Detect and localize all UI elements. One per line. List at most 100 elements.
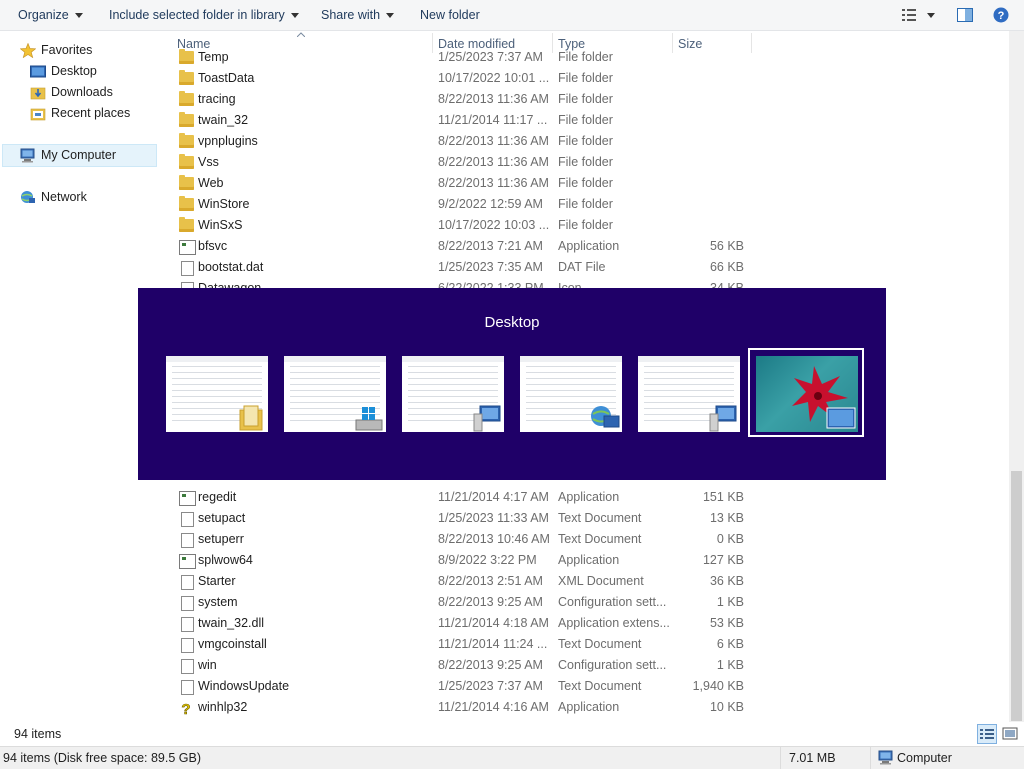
file-date-modified: 8/22/2013 9:25 AM (438, 595, 543, 609)
chevron-down-icon (290, 13, 299, 19)
folder-icon (179, 91, 194, 106)
file-row[interactable]: splwow64 8/9/2022 3:22 PM Application 127 K… (170, 550, 770, 571)
thumbnail-titlebar (638, 356, 740, 362)
details-status-row: 94 items (0, 722, 1024, 746)
file-row[interactable]: ? winhlp32 11/21/2014 4:16 AM Application 10… (170, 697, 770, 718)
window-thumbnail-explorer-network[interactable] (520, 356, 622, 432)
file-type: Text Document (558, 511, 642, 525)
file-row[interactable]: setupact 1/25/2023 11:33 AM Text Document 1… (170, 508, 770, 529)
file-row[interactable]: vpnplugins 8/22/2013 11:36 AM File folder (170, 131, 770, 152)
large-icons-view-button[interactable] (1000, 724, 1020, 744)
document-icon (181, 638, 194, 653)
preview-pane-icon[interactable] (956, 6, 974, 24)
file-size: 1,940 KB (692, 679, 744, 693)
change-view-icon[interactable] (901, 6, 919, 24)
large-icons-view-icon (1002, 727, 1018, 740)
file-size: 66 KB (709, 260, 744, 274)
file-size: 151 KB (702, 490, 744, 504)
file-row[interactable]: WindowsUpdate 1/25/2023 7:37 AM Text Docum… (170, 676, 770, 697)
share-with-button[interactable]: Share with (321, 0, 395, 30)
file-row[interactable]: Temp 1/25/2023 7:37 AM File folder (170, 47, 770, 68)
total-size-label: 7.01 MB (789, 751, 836, 765)
file-type: Text Document (558, 532, 642, 546)
scrollbar-thumb[interactable] (1011, 471, 1022, 721)
help-icon[interactable]: ? (992, 6, 1010, 24)
view-options-dropdown[interactable] (925, 6, 937, 24)
computer-icon (20, 148, 36, 163)
location-label: Computer (897, 751, 952, 765)
window-thumbnail-explorer-computer[interactable] (402, 356, 504, 432)
folder-icon (179, 112, 194, 127)
file-row[interactable]: Web 8/22/2013 11:36 AM File folder (170, 173, 770, 194)
file-row[interactable]: tracing 8/22/2013 11:36 AM File folder (170, 89, 770, 110)
star-icon (19, 42, 37, 59)
file-name: twain_32 (198, 113, 249, 127)
file-name: setuperr (198, 532, 244, 546)
file-row[interactable]: win 8/22/2013 9:25 AM Configuration sett..… (170, 655, 770, 676)
chevron-down-icon (74, 13, 83, 19)
include-in-library-button[interactable]: Include selected folder in library (109, 0, 299, 30)
organize-label: Organize (18, 8, 69, 22)
items-count-label: 94 items (14, 727, 62, 741)
window-thumbnail-desktop[interactable] (756, 356, 858, 432)
task-switcher-title: Desktop (484, 314, 540, 331)
file-date-modified: 8/22/2013 11:36 AM (438, 92, 549, 106)
windows-store-icon (354, 404, 384, 432)
file-name: win (198, 658, 217, 672)
file-row[interactable]: twain_32.dll 11/21/2014 4:18 AM Applicatio… (170, 613, 770, 634)
file-row[interactable]: WinSxS 10/17/2022 10:03 ... File folder (170, 215, 770, 236)
file-size: 13 KB (709, 511, 744, 525)
window-thumbnail-explorer-folder[interactable] (166, 356, 268, 432)
file-row[interactable]: vmgcoinstall 11/21/2014 11:24 ... Text Doc… (170, 634, 770, 655)
file-row[interactable]: system 8/22/2013 9:25 AM Configuration set… (170, 592, 770, 613)
file-name: winhlp32 (198, 700, 248, 714)
file-size: 6 KB (716, 637, 744, 651)
file-name: twain_32.dll (198, 616, 265, 630)
file-row[interactable]: regedit 11/21/2014 4:17 AM Application 151 … (170, 487, 770, 508)
file-type: File folder (558, 71, 613, 85)
file-date-modified: 9/2/2022 12:59 AM (438, 197, 543, 211)
file-name: regedit (198, 490, 237, 504)
file-size: 53 KB (709, 616, 744, 630)
share-with-label: Share with (321, 8, 381, 22)
window-thumbnail-explorer-store[interactable] (284, 356, 386, 432)
file-row[interactable]: twain_32 11/21/2014 11:17 ... File folder (170, 110, 770, 131)
organize-button[interactable]: Organize (18, 0, 83, 30)
folder-icon (179, 154, 194, 169)
file-name: vpnplugins (198, 134, 258, 148)
computer-icon (472, 404, 502, 432)
file-row[interactable]: bfsvc 8/22/2013 7:21 AM Application 56 KB (170, 236, 770, 257)
disk-space-label: 94 items (Disk free space: 89.5 GB) (3, 751, 201, 765)
document-icon (181, 659, 194, 674)
file-date-modified: 8/22/2013 10:46 AM (438, 532, 550, 546)
file-type: Application extens... (558, 616, 670, 630)
folder-icon (179, 49, 194, 64)
nav-my-computer[interactable]: My Computer (2, 144, 157, 167)
file-size: 36 KB (709, 574, 744, 588)
file-row[interactable]: setuperr 8/22/2013 10:46 AM Text Document 0… (170, 529, 770, 550)
file-row[interactable]: Starter 8/22/2013 2:51 AM XML Document 36 K… (170, 571, 770, 592)
desktop-icon (30, 64, 46, 79)
nav-downloads-label: Downloads (51, 85, 113, 99)
application-icon (179, 554, 196, 569)
file-date-modified: 8/22/2013 11:36 AM (438, 155, 549, 169)
folder-icon (179, 217, 194, 232)
file-type: Application (558, 700, 620, 714)
file-date-modified: 1/25/2023 7:37 AM (438, 679, 543, 693)
file-type: File folder (558, 113, 613, 127)
file-row[interactable]: ToastData 10/17/2022 10:01 ... File folder (170, 68, 770, 89)
folder-icon (179, 70, 194, 85)
file-date-modified: 8/22/2013 11:36 AM (438, 134, 549, 148)
file-name: WindowsUpdate (198, 679, 290, 693)
file-row[interactable]: WinStore 9/2/2022 12:59 AM File folder (170, 194, 770, 215)
command-bar: Organize Include selected folder in libr… (0, 0, 1024, 31)
file-size: 127 KB (702, 553, 744, 567)
file-row[interactable]: bootstat.dat 1/25/2023 7:35 AM DAT File 66 … (170, 257, 770, 278)
file-date-modified: 8/22/2013 9:25 AM (438, 658, 543, 672)
details-view-button[interactable] (977, 724, 997, 744)
window-thumbnail-explorer-computer[interactable] (638, 356, 740, 432)
file-row[interactable]: Vss 8/22/2013 11:36 AM File folder (170, 152, 770, 173)
vertical-scrollbar[interactable] (1009, 31, 1024, 722)
file-type: Configuration sett... (558, 595, 667, 609)
new-folder-button[interactable]: New folder (420, 0, 480, 30)
